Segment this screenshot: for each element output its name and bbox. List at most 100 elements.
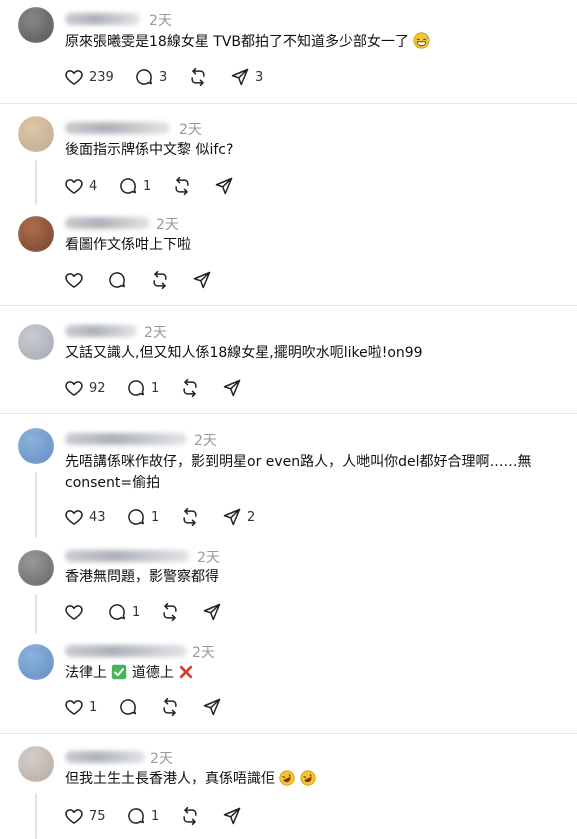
send-icon	[202, 697, 222, 717]
repost-icon	[160, 602, 180, 622]
repost-button[interactable]	[180, 505, 200, 529]
avatar[interactable]	[18, 7, 54, 43]
timestamp: 2天	[192, 645, 215, 661]
comment-text: 又話又識人,但又知人係18線女星,擺明吹水呃like啦!on99	[65, 345, 423, 361]
like-count: 92	[89, 380, 106, 396]
repost-button[interactable]	[160, 600, 180, 624]
like-count: 4	[89, 178, 98, 194]
repost-icon	[150, 270, 170, 290]
share-button[interactable]	[192, 268, 212, 292]
thread-line	[35, 594, 37, 634]
reply-button[interactable]	[107, 268, 127, 292]
like-button[interactable]: 92	[64, 376, 106, 400]
repost-icon	[172, 176, 192, 196]
like-button[interactable]	[64, 268, 84, 292]
heart-icon	[64, 176, 84, 196]
avatar[interactable]	[18, 644, 54, 680]
avatar[interactable]	[18, 324, 54, 360]
grinning-sweat-emoji	[413, 32, 431, 49]
repost-button[interactable]	[160, 695, 180, 719]
username-redacted[interactable]	[65, 325, 137, 337]
like-count: 239	[89, 69, 114, 85]
heart-icon	[64, 507, 84, 527]
share-button[interactable]: 3	[230, 65, 263, 89]
reply-count: 1	[132, 604, 141, 620]
repost-button[interactable]	[180, 804, 200, 828]
heart-icon	[64, 806, 84, 826]
timestamp: 2天	[179, 122, 202, 138]
avatar[interactable]	[18, 746, 54, 782]
reply-button[interactable]: 1	[126, 804, 159, 828]
comment-item: 2天 先唔講係咪作故仔，影到明星or even路人，人哋叫你del都好合理啊………	[0, 414, 577, 538]
repost-button[interactable]	[150, 268, 170, 292]
like-button[interactable]: 4	[64, 174, 97, 198]
reply-count: 1	[151, 808, 160, 824]
reply-button[interactable]: 1	[118, 174, 151, 198]
reply-button[interactable]	[118, 695, 138, 719]
heart-icon	[64, 602, 84, 622]
username-redacted[interactable]	[65, 433, 187, 445]
repost-icon	[160, 697, 180, 717]
comment-item: 2天 法律上 道德上 1	[0, 632, 577, 733]
repost-icon	[180, 378, 200, 398]
reply-button[interactable]: 3	[134, 65, 167, 89]
share-count: 3	[255, 69, 264, 85]
comment-text: 後面指示牌係中文黎 似ifc?	[65, 142, 234, 158]
reply-count: 1	[151, 509, 160, 525]
comment-text: 原來張曦雯是18線女星 TVB都拍了不知道多少部女一了	[65, 32, 431, 53]
username-redacted[interactable]	[65, 751, 145, 763]
timestamp: 2天	[149, 13, 172, 29]
send-icon	[222, 806, 242, 826]
heart-icon	[64, 697, 84, 717]
like-count: 75	[89, 808, 106, 824]
like-button[interactable]: 1	[64, 695, 97, 719]
share-button[interactable]	[202, 600, 222, 624]
avatar[interactable]	[18, 428, 54, 464]
reply-count: 3	[159, 69, 168, 85]
like-button[interactable]	[64, 600, 84, 624]
repost-button[interactable]	[180, 376, 200, 400]
send-icon	[202, 602, 222, 622]
reply-button[interactable]: 1	[126, 376, 159, 400]
like-count: 1	[89, 699, 98, 715]
avatar[interactable]	[18, 216, 54, 252]
like-button[interactable]: 239	[64, 65, 114, 89]
repost-button[interactable]	[188, 65, 208, 89]
avatar[interactable]	[18, 116, 54, 152]
username-redacted[interactable]	[65, 217, 150, 229]
like-button[interactable]: 43	[64, 505, 106, 529]
comment-item: 2天 看圖作文係咁上下啦	[0, 204, 577, 306]
share-button[interactable]	[202, 695, 222, 719]
thread-line	[35, 160, 37, 205]
like-count: 43	[89, 509, 106, 525]
thread-line	[35, 472, 37, 538]
share-count: 2	[247, 509, 256, 525]
username-redacted[interactable]	[65, 122, 170, 134]
comment-text: 看圖作文係咁上下啦	[65, 237, 191, 253]
send-icon	[192, 270, 212, 290]
comment-bubble-icon	[107, 270, 127, 290]
username-redacted[interactable]	[65, 550, 189, 562]
comment-item: 2天 但我土生土長香港人，真係唔識佢 75 1	[0, 734, 577, 839]
cross-mark-emoji	[178, 664, 194, 680]
like-button[interactable]: 75	[64, 804, 106, 828]
username-redacted[interactable]	[65, 13, 140, 25]
reply-button[interactable]: 1	[126, 505, 159, 529]
thread-line	[35, 793, 37, 839]
username-redacted[interactable]	[65, 645, 187, 657]
share-button[interactable]: 2	[222, 505, 255, 529]
comment-bubble-icon	[118, 176, 138, 196]
share-button[interactable]	[214, 174, 234, 198]
timestamp: 2天	[197, 550, 220, 566]
timestamp: 2天	[144, 325, 167, 341]
share-button[interactable]	[222, 376, 242, 400]
avatar[interactable]	[18, 550, 54, 586]
comment-text: 先唔講係咪作故仔，影到明星or even路人，人哋叫你del都好合理啊……無 c…	[65, 454, 532, 491]
repost-icon	[188, 67, 208, 87]
comment-bubble-icon	[126, 806, 146, 826]
reply-button[interactable]: 1	[107, 600, 140, 624]
share-button[interactable]	[222, 804, 242, 828]
comment-text: 但我土生土長香港人，真係唔識佢	[65, 769, 316, 790]
repost-button[interactable]	[172, 174, 192, 198]
comment-bubble-icon	[107, 602, 127, 622]
